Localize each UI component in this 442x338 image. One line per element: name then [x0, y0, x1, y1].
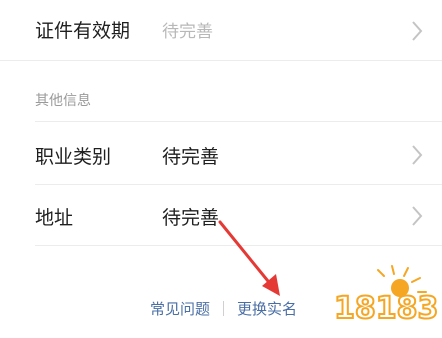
row-value: 待完善: [162, 22, 213, 42]
divider: [35, 245, 442, 246]
section-title-other-info: 其他信息: [35, 93, 91, 109]
identity-info-screen: 证件有效期 待完善 其他信息 职业类别 待完善 地址 待完善 常见问题 更换实名: [0, 0, 442, 338]
footer-links: 常见问题 更换实名: [150, 298, 297, 319]
row-label: 证件有效期: [35, 20, 131, 42]
faq-link[interactable]: 常见问题: [150, 300, 210, 318]
link-separator: [223, 301, 225, 316]
row-id-validity[interactable]: 证件有效期 待完善: [0, 0, 442, 58]
row-occupation[interactable]: 职业类别 待完善: [0, 122, 442, 184]
divider: [0, 60, 442, 61]
chevron-right-icon: [412, 21, 423, 41]
row-label: 地址: [35, 207, 74, 229]
row-label: 职业类别: [35, 146, 112, 168]
row-address[interactable]: 地址 待完善: [0, 185, 442, 245]
divider: [35, 121, 442, 122]
row-value: 待完善: [162, 146, 220, 168]
site-watermark-logo: 18183: [333, 265, 438, 327]
chevron-right-icon: [412, 206, 423, 226]
watermark-text: 18183: [334, 291, 438, 326]
chevron-right-icon: [412, 145, 423, 165]
row-value: 待完善: [162, 207, 220, 229]
change-real-name-link[interactable]: 更换实名: [237, 300, 297, 318]
